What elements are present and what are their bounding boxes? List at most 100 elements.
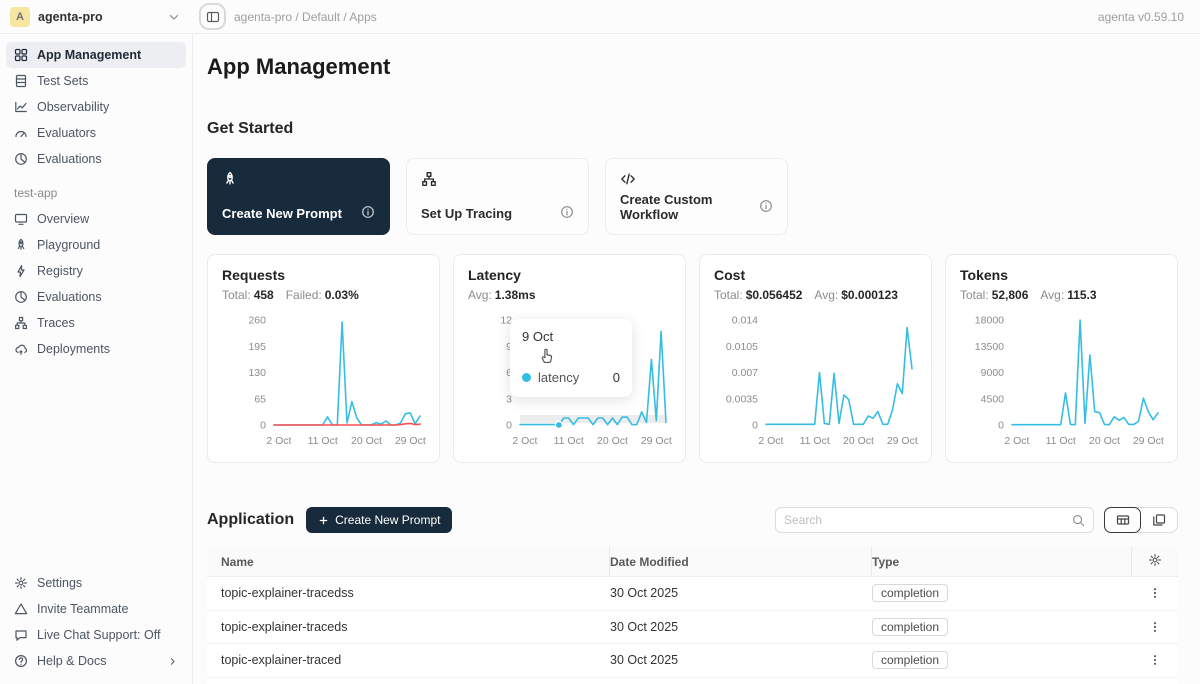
stat-cards-row: Requests Total:458Failed:0.03% 260195130… (207, 254, 1178, 463)
table-row[interactable]: career-assessment 27 Oct 2025 completion (207, 678, 1178, 684)
dots-icon (1148, 620, 1162, 634)
legend-dot (522, 373, 531, 382)
column-header-date-modified[interactable]: Date Modified (610, 547, 872, 576)
sidebar-item-evaluators[interactable]: Evaluators (6, 120, 186, 146)
dots-icon (1148, 586, 1162, 600)
row-menu-button[interactable] (1148, 586, 1162, 600)
table-row[interactable]: topic-explainer-traced 30 Oct 2025 compl… (207, 644, 1178, 678)
create-button-label: Create New Prompt (335, 513, 440, 527)
table-row[interactable]: topic-explainer-tracedss 30 Oct 2025 com… (207, 577, 1178, 611)
sidebar-nav-bottom: Settings Invite Teammate Live Chat Support… (6, 570, 186, 674)
card-view-button[interactable] (1140, 508, 1177, 532)
sidebar-item-evaluations[interactable]: Evaluations (6, 284, 186, 310)
chart-tooltip: 9 Oct latency0 (510, 319, 632, 397)
get-started-title: Get Started (207, 120, 1178, 138)
sidebar-collapse-button[interactable] (199, 3, 226, 30)
row-menu-button[interactable] (1148, 620, 1162, 634)
svg-text:0: 0 (752, 420, 758, 432)
svg-text:3: 3 (506, 393, 512, 405)
breadcrumb[interactable]: agenta-pro / Default / Apps (234, 10, 1098, 24)
sidebar-item-label: Overview (37, 212, 89, 226)
workspace-avatar: A (10, 7, 30, 27)
info-icon (759, 199, 773, 213)
sidebar-item-label: Evaluations (37, 152, 102, 166)
type-badge: completion (872, 618, 948, 636)
requests-chart: 2601951306502 Oct11 Oct20 Oct29 Oct (222, 308, 427, 448)
svg-text:0.0035: 0.0035 (726, 393, 758, 405)
grid-icon (14, 48, 28, 62)
svg-text:11 Oct: 11 Oct (554, 435, 584, 447)
sidebar-item-test-sets[interactable]: Test Sets (6, 68, 186, 94)
stat-avg: Avg:1.38ms (468, 288, 536, 302)
sidebar-item-settings[interactable]: Settings (6, 570, 186, 596)
search-icon[interactable] (1072, 514, 1085, 527)
start-card-label: Set Up Tracing (421, 206, 512, 221)
row-menu-button[interactable] (1148, 653, 1162, 667)
info-icon (560, 205, 574, 219)
sidebar-item-traces[interactable]: Traces (6, 310, 186, 336)
svg-text:11 Oct: 11 Oct (308, 435, 338, 447)
cloud-icon (14, 342, 28, 356)
sidebar-item-live-chat-support-off[interactable]: Live Chat Support: Off (6, 622, 186, 648)
rocket-icon (14, 238, 28, 252)
table-view-button[interactable] (1104, 507, 1141, 533)
gear-icon (14, 576, 28, 590)
stat-total: Total:458 (222, 288, 274, 302)
sidebar-item-playground[interactable]: Playground (6, 232, 186, 258)
stat-avg: Avg:$0.000123 (814, 288, 898, 302)
dots-icon (1148, 653, 1162, 667)
svg-text:18000: 18000 (975, 315, 1004, 327)
plus-icon (318, 515, 329, 526)
svg-text:0.0105: 0.0105 (726, 341, 758, 353)
sidebar-item-evaluations[interactable]: Evaluations (6, 146, 186, 172)
sidebar-item-invite-teammate[interactable]: Invite Teammate (6, 596, 186, 622)
rocket-icon (222, 171, 238, 187)
stat-card-stats: Avg:1.38ms (468, 288, 671, 302)
tooltip-series: latency (538, 370, 579, 385)
svg-text:20 Oct: 20 Oct (843, 435, 874, 447)
stat-avg: Avg:115.3 (1040, 288, 1096, 302)
code-icon (620, 171, 636, 187)
svg-text:9000: 9000 (981, 367, 1005, 379)
evals-icon (14, 152, 28, 166)
sidebar-item-overview[interactable]: Overview (6, 206, 186, 232)
svg-text:20 Oct: 20 Oct (1089, 435, 1120, 447)
column-header-settings[interactable] (1132, 547, 1178, 576)
apps-table: NameDate ModifiedType topic-explainer-tr… (207, 547, 1178, 684)
start-card-create-custom-workflow[interactable]: Create Custom Workflow (605, 158, 788, 235)
sidebar-item-deployments[interactable]: Deployments (6, 336, 186, 362)
start-card-label: Create New Prompt (222, 206, 342, 221)
stat-total: Total:52,806 (960, 288, 1028, 302)
stat-card-stats: Total:458Failed:0.03% (222, 288, 425, 302)
sidebar-item-registry[interactable]: Registry (6, 258, 186, 284)
stat-card-requests: Requests Total:458Failed:0.03% 260195130… (207, 254, 440, 463)
start-card-set-up-tracing[interactable]: Set Up Tracing (406, 158, 589, 235)
stat-card-title: Cost (714, 267, 917, 283)
page-title: App Management (207, 54, 1178, 80)
create-new-prompt-button[interactable]: Create New Prompt (306, 507, 452, 533)
bolt-icon (14, 264, 28, 278)
mouse-cursor-icon (538, 347, 555, 364)
sidebar-item-label: Invite Teammate (37, 602, 128, 616)
view-toggle (1104, 507, 1178, 533)
svg-text:29 Oct: 29 Oct (1133, 435, 1164, 447)
workspace-selector[interactable]: A agenta-pro (0, 7, 193, 27)
sidebar-nav-main: App ManagementTest Sets Observability Eval… (6, 42, 186, 172)
column-header-name[interactable]: Name (207, 547, 610, 576)
sidebar-item-app-management[interactable]: App Management (6, 42, 186, 68)
svg-text:260: 260 (248, 315, 266, 327)
stat-card-title: Tokens (960, 267, 1163, 283)
column-header-type[interactable]: Type (872, 547, 1132, 576)
sidebar-item-observability[interactable]: Observability (6, 94, 186, 120)
sidebar-item-label: Deployments (37, 342, 110, 356)
stat-card-latency: Latency Avg:1.38ms 1296302 Oct11 Oct20 O… (453, 254, 686, 463)
start-card-create-new-prompt[interactable]: Create New Prompt (207, 158, 390, 235)
card-view-icon (1152, 513, 1166, 527)
stat-card-title: Latency (468, 267, 671, 283)
stat-card-tokens: Tokens Total:52,806Avg:115.3 18000135009… (945, 254, 1178, 463)
sidebar-item-label: Observability (37, 100, 109, 114)
sidebar-item-help-docs[interactable]: Help & Docs (6, 648, 186, 674)
table-row[interactable]: topic-explainer-traceds 30 Oct 2025 comp… (207, 611, 1178, 645)
search-input[interactable] (784, 513, 1072, 527)
apps-table-body: topic-explainer-tracedss 30 Oct 2025 com… (207, 577, 1178, 684)
